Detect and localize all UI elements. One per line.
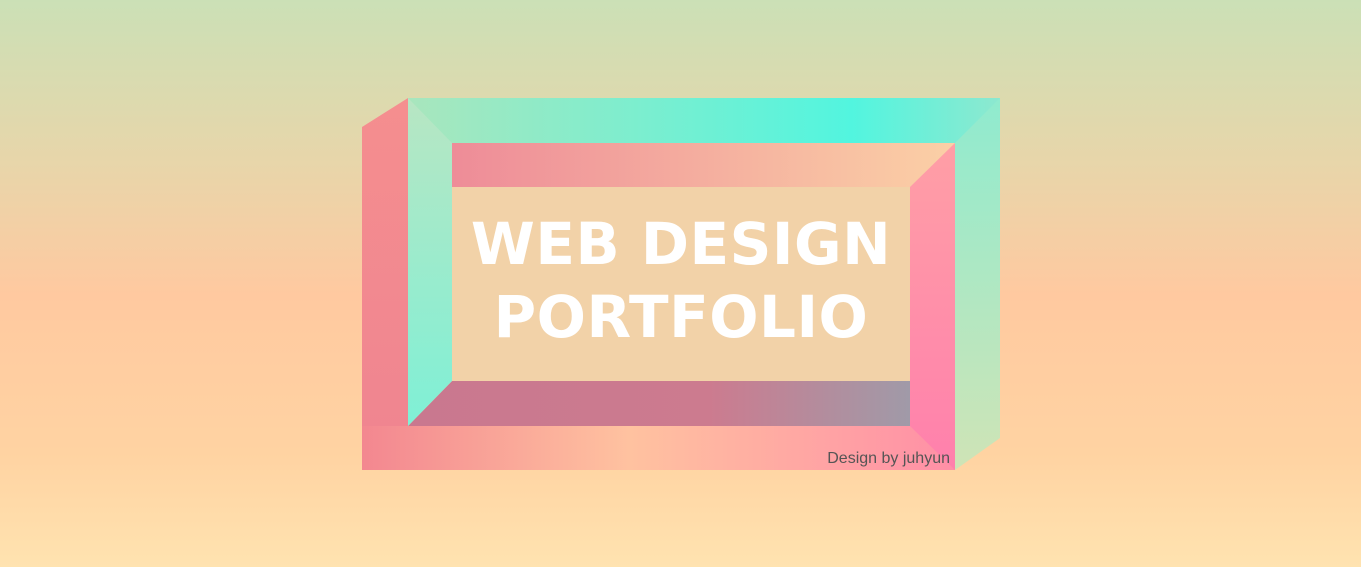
inner-top-strip bbox=[452, 143, 955, 187]
banner-title-line-1: WEB DESIGN bbox=[470, 210, 892, 278]
frame-left-outer bbox=[362, 98, 408, 470]
frame-right-inner bbox=[910, 143, 955, 470]
frame-left-inner bbox=[408, 98, 452, 426]
frame-right-outer bbox=[955, 98, 1000, 470]
inner-bottom-strip bbox=[408, 381, 910, 426]
designer-credit: Design by juhyun bbox=[827, 450, 950, 467]
banner-title-line-2: PORTFOLIO bbox=[493, 283, 869, 351]
portfolio-banner: WEB DESIGN PORTFOLIO Design by juhyun bbox=[0, 0, 1361, 567]
